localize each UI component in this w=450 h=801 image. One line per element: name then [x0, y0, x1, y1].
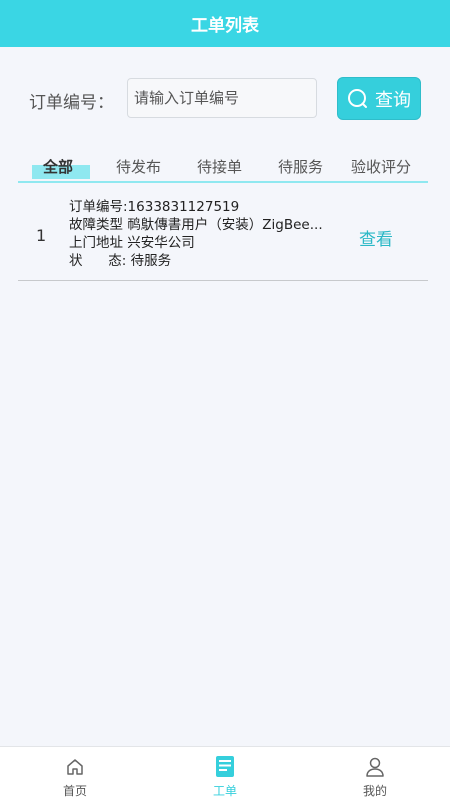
order-number-label: 订单编号：: [29, 93, 114, 113]
view-order-link[interactable]: 查看: [359, 225, 393, 250]
order-status: 状 态: 待服务: [69, 253, 172, 269]
fault-type: 故障类型 䴓䲦傳書用户（安装）ZigBee...: [69, 217, 323, 233]
nav-label-work-orders: 工单: [212, 784, 237, 798]
tab-pending-publish[interactable]: 待发布: [116, 156, 161, 177]
nav-item-work-orders[interactable]: 工单: [185, 747, 265, 801]
search-button[interactable]: 查询: [337, 77, 421, 120]
status-tabs: 全部 待发布 待接单 待服务 验收评分: [18, 155, 428, 183]
search-icon: [347, 88, 369, 110]
row-index: 1: [36, 226, 47, 245]
app-header: 工单列表: [0, 0, 450, 47]
nav-label-profile: 我的: [362, 784, 387, 798]
user-icon: [364, 756, 386, 778]
nav-item-profile[interactable]: 我的: [335, 747, 415, 801]
tab-all[interactable]: 全部: [43, 156, 73, 177]
nav-item-home[interactable]: 首页: [35, 747, 115, 801]
service-address: 上门地址 兴安华公司: [69, 235, 195, 251]
order-details: 订单编号:1633831127519 故障类型 䴓䲦傳書用户（安装）ZigBee…: [69, 198, 339, 270]
order-number-input[interactable]: [127, 78, 317, 118]
document-icon: [214, 756, 236, 778]
page-title: 工单列表: [191, 16, 259, 36]
search-bar: 订单编号： 查询: [0, 77, 450, 121]
table-row: 1 订单编号:1633831127519 故障类型 䴓䲦傳書用户（安装）ZigB…: [18, 196, 428, 281]
nav-label-home: 首页: [62, 784, 87, 798]
tab-pending-accept[interactable]: 待接单: [197, 156, 242, 177]
bottom-navigation: 首页 工单 我的: [0, 746, 450, 801]
home-icon: [65, 756, 85, 778]
tab-acceptance-rating[interactable]: 验收评分: [351, 156, 411, 177]
search-button-label: 查询: [375, 89, 411, 111]
tab-pending-service[interactable]: 待服务: [278, 156, 323, 177]
order-number: 订单编号:1633831127519: [69, 199, 240, 215]
